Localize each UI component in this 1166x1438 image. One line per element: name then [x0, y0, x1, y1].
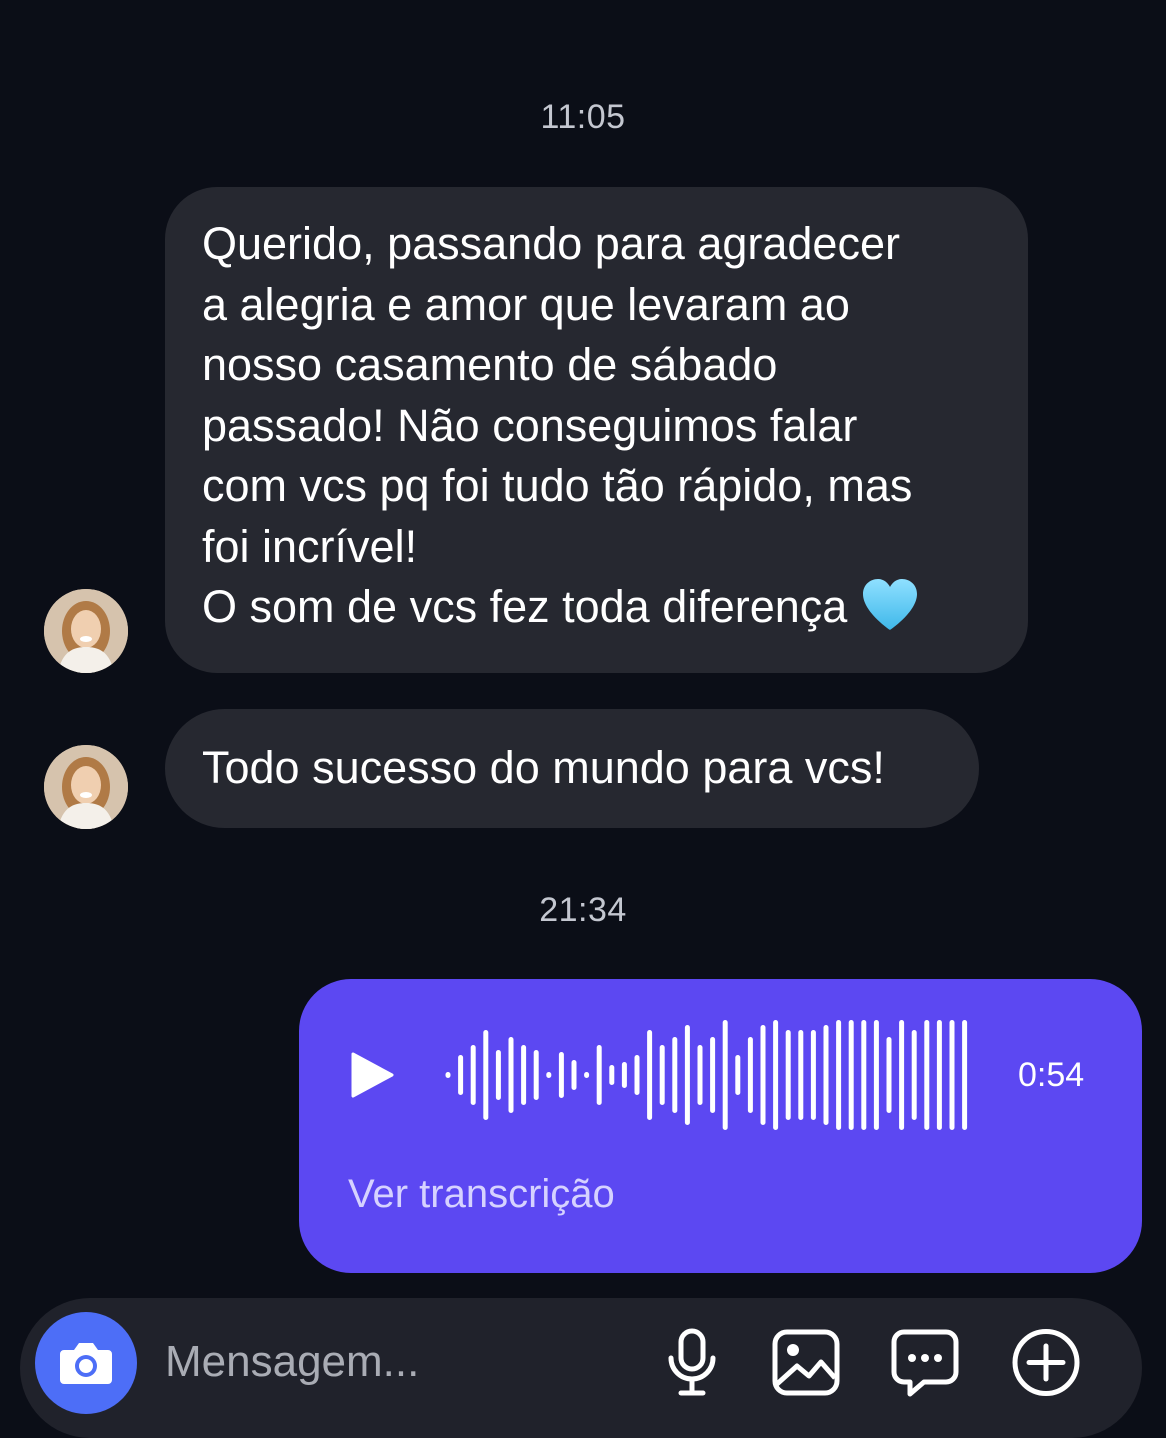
gallery-icon: [772, 1329, 840, 1396]
message-line-text: O som de vcs fez toda diferença: [202, 581, 848, 632]
microphone-button[interactable]: [657, 1328, 727, 1397]
sticker-chat-icon: [891, 1329, 959, 1397]
waveform-bar: [470, 1045, 476, 1105]
voice-duration: 0:54: [1018, 1056, 1085, 1094]
audio-waveform[interactable]: [440, 1010, 980, 1140]
waveform-bar: [634, 1055, 640, 1095]
message-line: foi incrível!: [202, 520, 418, 572]
waveform-bar: [936, 1020, 942, 1130]
waveform-bar: [558, 1052, 564, 1098]
message-line-last: O som de vcs fez toda diferença: [202, 577, 919, 648]
incoming-message-bubble[interactable]: Querido, passando para agradecer a alegr…: [165, 187, 1028, 673]
sticker-chat-button[interactable]: [890, 1328, 960, 1397]
incoming-message-bubble-2[interactable]: Todo sucesso do mundo para vcs!: [165, 709, 979, 828]
plus-icon: [1012, 1329, 1080, 1396]
waveform-bar: [697, 1045, 703, 1105]
waveform-bar: [710, 1037, 716, 1113]
waveform-bar: [722, 1020, 728, 1130]
camera-button[interactable]: [35, 1312, 137, 1414]
message-line: Querido, passando para agradecer: [202, 218, 900, 269]
message-line: a alegria e amor que levaram ao: [202, 278, 850, 330]
waveform-bar: [848, 1020, 854, 1130]
waveform-bar: [483, 1030, 489, 1120]
waveform-bar: [609, 1065, 615, 1085]
waveform-bar: [810, 1030, 816, 1120]
gallery-button[interactable]: [771, 1328, 841, 1397]
waveform-bar: [621, 1062, 627, 1088]
incoming-message-text: Querido, passando para agradecer a alegr…: [202, 214, 919, 648]
waveform-bar: [659, 1045, 665, 1105]
camera-icon: [60, 1343, 112, 1384]
waveform-bar: [785, 1030, 791, 1120]
waveform-bar: [747, 1037, 753, 1113]
avatar-image: [44, 589, 128, 673]
waveform-bar: [962, 1020, 968, 1130]
waveform-bar: [495, 1050, 501, 1100]
timestamp-1105: 11:05: [540, 98, 626, 136]
avatar-image: [44, 745, 128, 829]
waveform-bar: [798, 1030, 804, 1120]
waveform-bar: [672, 1037, 678, 1113]
message-line: passado! Não conseguimos falar: [202, 399, 858, 451]
waveform-bar: [773, 1020, 779, 1130]
waveform-bar: [508, 1037, 514, 1113]
waveform-bar: [861, 1020, 867, 1130]
play-icon[interactable]: [350, 1052, 394, 1098]
waveform-bar: [684, 1025, 690, 1125]
waveform-bar: [886, 1037, 892, 1113]
message-input[interactable]: [165, 1334, 625, 1390]
plus-button[interactable]: [1011, 1328, 1081, 1397]
waveform-bar: [571, 1060, 577, 1090]
waveform-bar: [760, 1025, 766, 1125]
waveform-bar: [533, 1050, 539, 1100]
waveform-bar: [445, 1072, 451, 1078]
waveform-bar: [735, 1055, 741, 1095]
microphone-icon: [668, 1328, 716, 1396]
light-blue-heart-icon: [861, 578, 919, 648]
waveform-bar: [584, 1072, 590, 1078]
waveform-bar: [911, 1030, 917, 1120]
message-line: com vcs pq foi tudo tão rápido, mas: [202, 460, 913, 511]
sender-avatar[interactable]: [44, 589, 128, 673]
waveform-bar: [521, 1045, 527, 1105]
waveform-bar: [596, 1045, 602, 1105]
waveform-bar: [546, 1072, 552, 1078]
waveform-bar: [949, 1020, 955, 1130]
waveform-bar: [647, 1030, 653, 1120]
view-transcription-link[interactable]: Ver transcrição: [348, 1172, 615, 1217]
waveform-bar: [924, 1020, 930, 1130]
waveform-bar: [823, 1025, 829, 1125]
waveform-bar: [836, 1020, 842, 1130]
message-line: nosso casamento de sábado: [202, 339, 778, 390]
sender-avatar-2[interactable]: [44, 745, 128, 829]
incoming-message-text-2: Todo sucesso do mundo para vcs!: [202, 742, 885, 793]
waveform-bar: [899, 1020, 905, 1130]
waveform-bar: [458, 1055, 464, 1095]
timestamp-2134: 21:34: [539, 891, 627, 929]
waveform-bar: [873, 1020, 879, 1130]
